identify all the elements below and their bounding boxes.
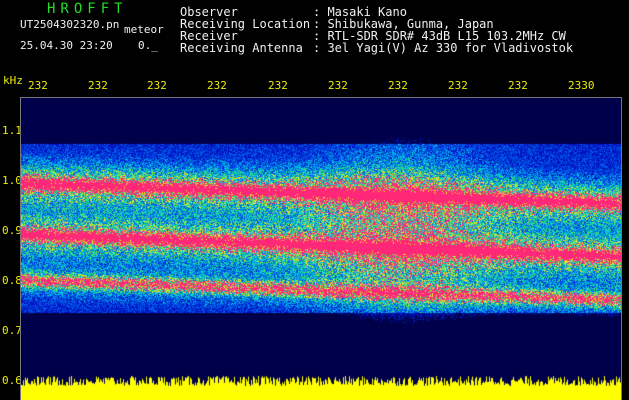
y-tick-label: 0.6 (2, 374, 22, 387)
hrofft-window: HROFFT UT2504302320.pn meteor 25.04.30 2… (0, 0, 629, 400)
x-tick-label: 232 (268, 79, 288, 92)
y-tick-label: 0.9 (2, 224, 22, 237)
x-tick-label: 232 (28, 79, 48, 92)
spectrogram-plot (20, 97, 622, 400)
file-name: UT2504302320.pn (20, 18, 120, 31)
mode-label: meteor (124, 23, 164, 36)
mini-value: 0._ (138, 39, 158, 52)
x-tick-label: 232 (207, 79, 227, 92)
y-tick-label: 0.7 (2, 324, 22, 337)
y-axis-unit: kHz (3, 74, 23, 87)
y-tick-label: 0.8 (2, 274, 22, 287)
antenna-label: Receiving Antenna (180, 41, 303, 55)
antenna-value: : 3el Yagi(V) Az 330 for Vladivostok (313, 41, 574, 55)
x-tick-label: 232 (448, 79, 468, 92)
x-tick-label: 2330 (568, 79, 595, 92)
y-tick-label: 1.0 (2, 174, 22, 187)
x-tick-label: 232 (88, 79, 108, 92)
x-tick-label: 232 (328, 79, 348, 92)
waterfall-canvas (21, 98, 621, 400)
x-tick-label: 232 (508, 79, 528, 92)
date-time: 25.04.30 23:20 (20, 39, 113, 52)
y-tick-label: 1.1 (2, 124, 22, 137)
app-title: HROFFT (47, 1, 128, 17)
x-tick-label: 232 (388, 79, 408, 92)
x-tick-label: 232 (147, 79, 167, 92)
